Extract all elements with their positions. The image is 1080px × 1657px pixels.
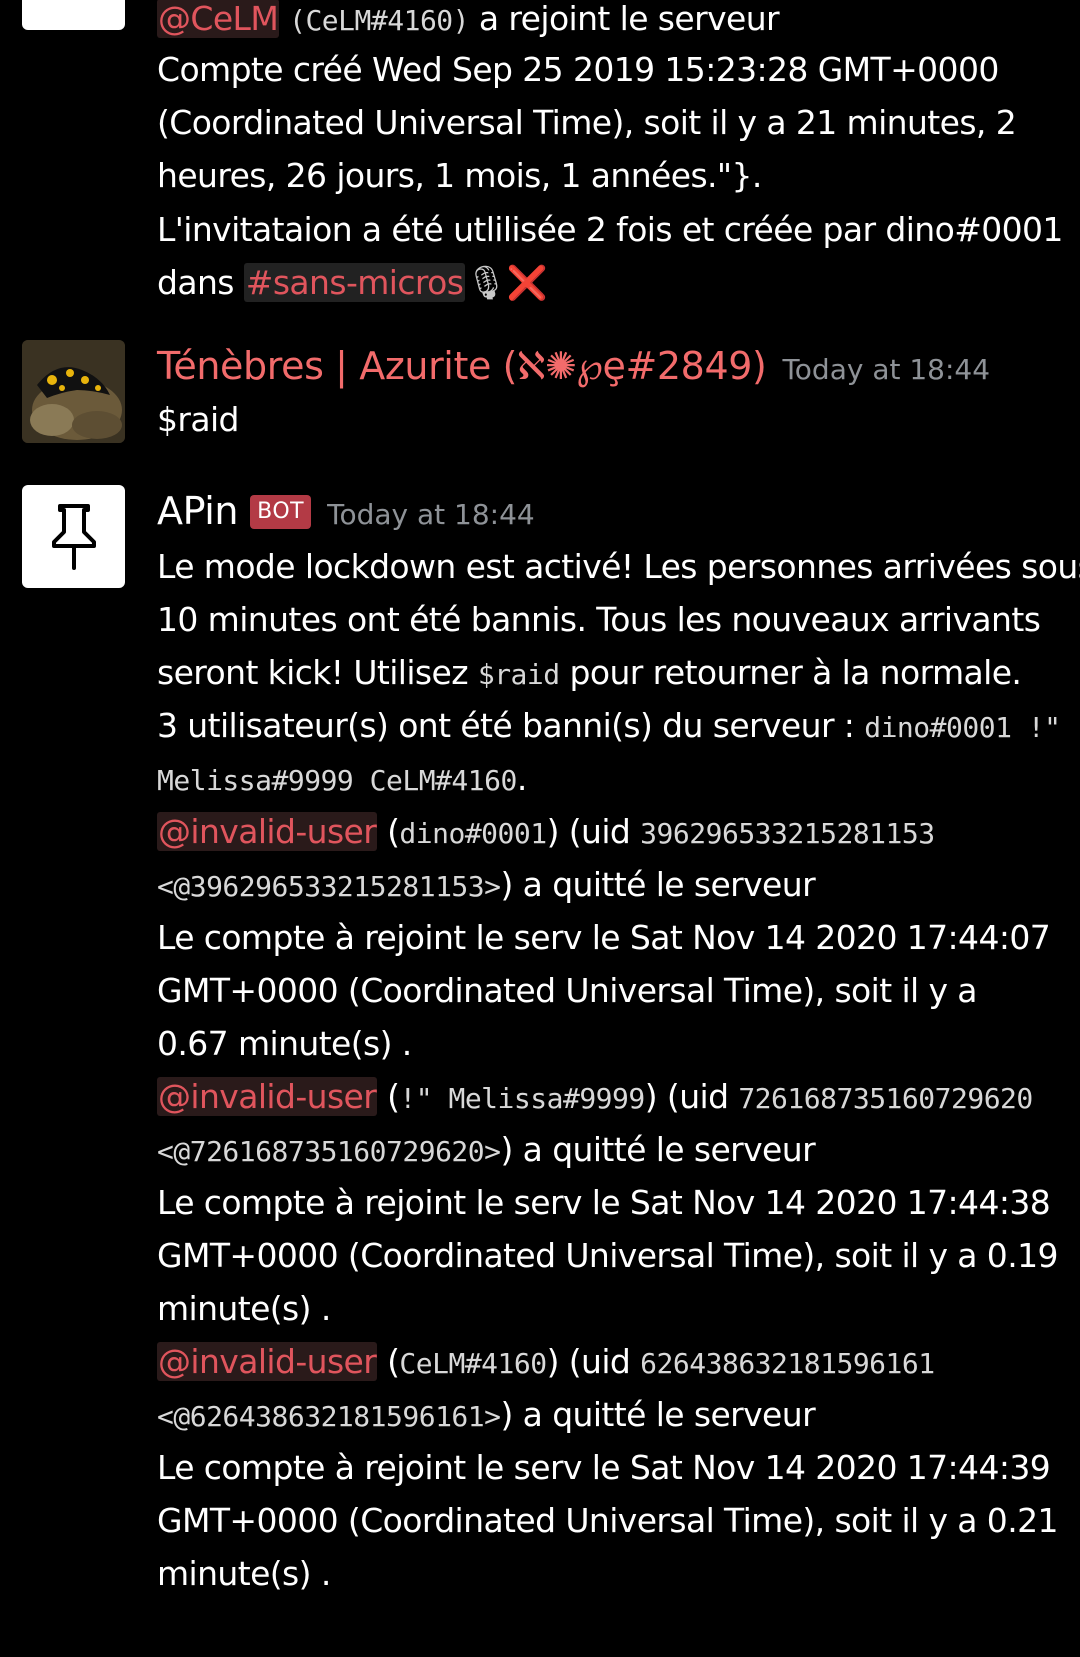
message-text: ) (uid	[644, 1077, 739, 1116]
message-text: ) (uid	[546, 1342, 641, 1381]
message-line: minute(s) .	[157, 1289, 331, 1328]
message-line: GMT+0000 (Coordinated Universal Time), s…	[157, 971, 978, 1010]
salamander-avatar-icon	[22, 340, 125, 443]
message-text: ) a quitté le serveur	[500, 1395, 816, 1434]
message-line: seront kick! Utilisez $raid pour retourn…	[157, 646, 1022, 701]
message-line: <@726168735160729620>) a quitté le serve…	[157, 1123, 816, 1178]
avatar[interactable]	[22, 485, 125, 588]
timestamp: Today at 18:44	[782, 353, 991, 386]
message-line: @CeLM (CeLM#4160) a rejoint le serveur	[157, 0, 780, 47]
channel-mention[interactable]: #sans-micros	[243, 263, 466, 302]
inline-code: 726168735160729620	[738, 1082, 1033, 1115]
bot-badge: BOT	[250, 495, 312, 529]
message-text: ) a quitté le serveur	[500, 865, 816, 904]
message-line: L'invitataion a été utlilisée 2 fois et …	[157, 210, 1063, 249]
cross-mark-icon: ❌	[506, 263, 548, 302]
inline-code: dino#0001	[399, 817, 547, 850]
author-name[interactable]: APin	[157, 489, 239, 533]
user-mention[interactable]: @invalid-user	[157, 1077, 378, 1116]
username-code: (CeLM#4160)	[289, 4, 470, 37]
message-text: (	[377, 1077, 400, 1116]
message-line: 0.67 minute(s) .	[157, 1024, 412, 1063]
previous-message: @CeLM (CeLM#4160) a rejoint le serveur C…	[0, 0, 1080, 310]
avatar[interactable]	[22, 340, 125, 443]
message-text: ) a quitté le serveur	[500, 1130, 816, 1169]
avatar[interactable]	[22, 0, 125, 30]
message-line: <@626438632181596161>) a quitté le serve…	[157, 1388, 816, 1443]
inline-code: CeLM#4160	[399, 1347, 547, 1380]
message-line: <@396296533215281153>) a quitté le serve…	[157, 858, 816, 913]
message-text: .	[516, 759, 527, 798]
message-text: $raid	[157, 400, 240, 439]
message-line: 3 utilisateur(s) ont été banni(s) du ser…	[157, 699, 1061, 754]
microphone-icon: 🎙	[465, 263, 507, 302]
pin-icon	[51, 503, 96, 570]
inline-code: $raid	[477, 658, 560, 691]
message-header: APin BOT Today at 18:44	[157, 485, 535, 541]
message-line: GMT+0000 (Coordinated Universal Time), s…	[157, 1501, 1058, 1540]
message-text: seront kick! Utilisez	[157, 653, 478, 692]
message-text: (	[377, 812, 400, 851]
message-line: Le compte à rejoint le serv le Sat Nov 1…	[157, 918, 1051, 957]
message-header: Ténèbres | Azurite (ℵ✺℘ȩ#2849) Today at 1…	[157, 340, 990, 396]
inline-code: <@396296533215281153>	[157, 870, 501, 903]
inline-code: !" Melissa#9999	[399, 1082, 645, 1115]
message-text: a rejoint le serveur	[469, 0, 780, 38]
message-line: 10 minutes ont été bannis. Tous les nouv…	[157, 600, 1041, 639]
inline-code: <@726168735160729620>	[157, 1135, 501, 1168]
user-mention[interactable]: @invalid-user	[157, 812, 378, 851]
message-text: ) (uid	[546, 812, 641, 851]
message-line: minute(s) .	[157, 1554, 331, 1593]
message-line: (Coordinated Universal Time), soit il y …	[157, 103, 1017, 142]
message-line: @invalid-user (CeLM#4160) (uid 626438632…	[157, 1335, 935, 1390]
message-line: Melissa#9999 CeLM#4160.	[157, 752, 527, 807]
message-line: Le mode lockdown est activé! Les personn…	[157, 547, 1080, 586]
message-line: GMT+0000 (Coordinated Universal Time), s…	[157, 1236, 1058, 1275]
message-line: Le compte à rejoint le serv le Sat Nov 1…	[157, 1448, 1051, 1487]
inline-code: <@626438632181596161>	[157, 1400, 501, 1433]
author-name[interactable]: Ténèbres | Azurite (ℵ✺℘ȩ#2849)	[157, 344, 767, 388]
message-text: pour retourner à la normale.	[559, 653, 1022, 692]
message-line: Compte créé Wed Sep 25 2019 15:23:28 GMT…	[157, 50, 999, 89]
message-text: 3 utilisateur(s) ont été banni(s) du ser…	[157, 706, 865, 745]
message-apin: APin BOT Today at 18:44 Le mode lockdown e…	[0, 485, 1080, 1655]
message-tenebres: Ténèbres | Azurite (ℵ✺℘ȩ#2849) Today at 1…	[0, 340, 1080, 443]
message-line: heures, 26 jours, 1 mois, 1 années."}.	[157, 156, 762, 195]
message-line: @invalid-user (!" Melissa#9999) (uid 726…	[157, 1070, 1033, 1125]
message-line: Le compte à rejoint le serv le Sat Nov 1…	[157, 1183, 1051, 1222]
inline-code: Melissa#9999 CeLM#4160	[157, 764, 517, 797]
message-text: (	[377, 1342, 400, 1381]
message-line: dans #sans-micros🎙❌	[157, 256, 548, 309]
user-mention[interactable]: @invalid-user	[157, 1342, 378, 1381]
inline-code: 626438632181596161	[640, 1347, 935, 1380]
inline-code: dino#0001 !"	[864, 711, 1061, 744]
timestamp: Today at 18:44	[327, 498, 535, 531]
user-mention[interactable]: @CeLM	[157, 0, 280, 38]
message-line: @invalid-user (dino#0001) (uid 396296533…	[157, 805, 935, 860]
message-text: dans	[157, 263, 244, 302]
inline-code: 396296533215281153	[640, 817, 935, 850]
